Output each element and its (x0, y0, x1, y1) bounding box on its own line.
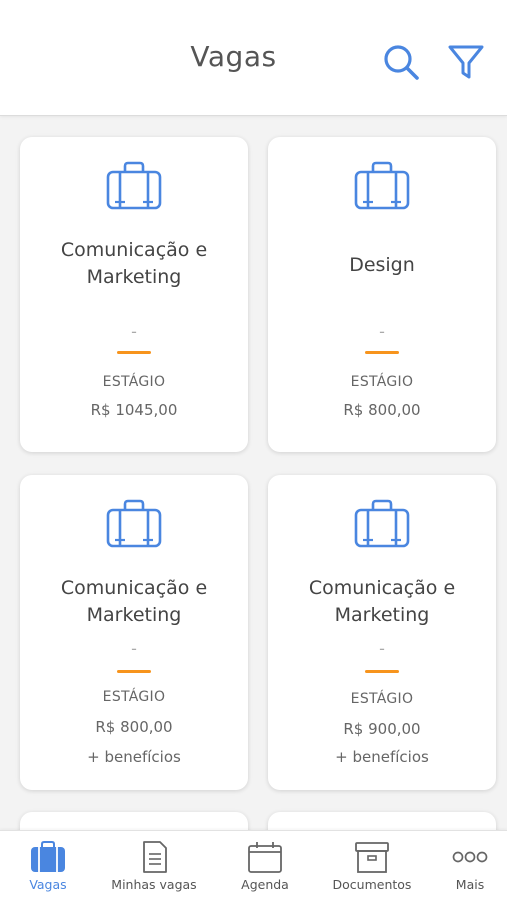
calendar-icon (248, 842, 282, 873)
filter-button[interactable] (446, 42, 486, 82)
nav-label: Mais (455, 877, 485, 892)
job-type: ESTÁGIO (102, 689, 166, 705)
nav-item-minhas-vagas[interactable]: Minhas vagas (108, 831, 200, 900)
archive-box-icon (355, 842, 389, 873)
accent-divider (365, 351, 399, 354)
search-icon (384, 45, 419, 80)
job-area: - (379, 639, 385, 658)
more-icon (452, 851, 488, 863)
job-title: Comunicação e Marketing (60, 239, 208, 288)
job-salary: R$ 900,00 (343, 720, 421, 738)
search-button[interactable] (381, 42, 421, 82)
job-card[interactable]: Design - ESTÁGIO R$ 800,00 (268, 137, 496, 452)
job-title: Design (349, 254, 415, 276)
accent-divider (117, 351, 151, 354)
job-card[interactable]: Comunicação e Marketing - ESTÁGIO R$ 104… (20, 137, 248, 452)
job-salary: R$ 800,00 (343, 401, 421, 419)
job-card[interactable]: Comunicação e Marketing - ESTÁGIO R$ 800… (20, 475, 248, 790)
job-list: Comunicação e Marketing - ESTÁGIO R$ 104… (0, 117, 507, 830)
job-area: - (131, 639, 137, 658)
app-screen: Vagas Comunicação e Marketing - ESTÁGIO … (0, 0, 507, 900)
nav-item-agenda[interactable]: Agenda (228, 831, 302, 900)
briefcase-icon (354, 499, 410, 548)
job-title: Comunicação e Marketing (60, 577, 208, 626)
page-title: Vagas (190, 40, 277, 73)
accent-divider (365, 670, 399, 673)
job-type: ESTÁGIO (350, 691, 414, 707)
nav-label: Agenda (241, 877, 289, 892)
nav-item-vagas[interactable]: Vagas (12, 831, 84, 900)
top-app-bar: Vagas (0, 0, 507, 116)
briefcase-icon (31, 841, 65, 872)
nav-item-mais[interactable]: Mais (440, 831, 500, 900)
nav-item-documentos[interactable]: Documentos (326, 831, 418, 900)
job-card[interactable] (268, 812, 496, 830)
briefcase-icon (106, 499, 162, 548)
job-salary: R$ 1045,00 (90, 401, 178, 419)
nav-label: Documentos (332, 877, 412, 892)
job-benefits: + benefícios (335, 748, 429, 766)
job-area: - (131, 322, 137, 341)
job-type: ESTÁGIO (350, 374, 414, 390)
job-area: - (379, 322, 385, 341)
nav-label: Vagas (29, 877, 67, 892)
briefcase-icon (354, 161, 410, 210)
job-card[interactable] (20, 812, 248, 830)
accent-divider (117, 670, 151, 673)
filter-icon (448, 45, 484, 79)
job-benefits: + benefícios (87, 748, 181, 766)
briefcase-icon (106, 161, 162, 210)
job-salary: R$ 800,00 (95, 718, 173, 736)
job-type: ESTÁGIO (102, 374, 166, 390)
nav-label: Minhas vagas (111, 877, 197, 892)
document-icon (143, 841, 167, 873)
job-card[interactable]: Comunicação e Marketing - ESTÁGIO R$ 900… (268, 475, 496, 790)
bottom-navigation: Vagas Minhas vagas Agenda Documentos Mai… (0, 830, 507, 900)
job-title: Comunicação e Marketing (308, 577, 456, 626)
